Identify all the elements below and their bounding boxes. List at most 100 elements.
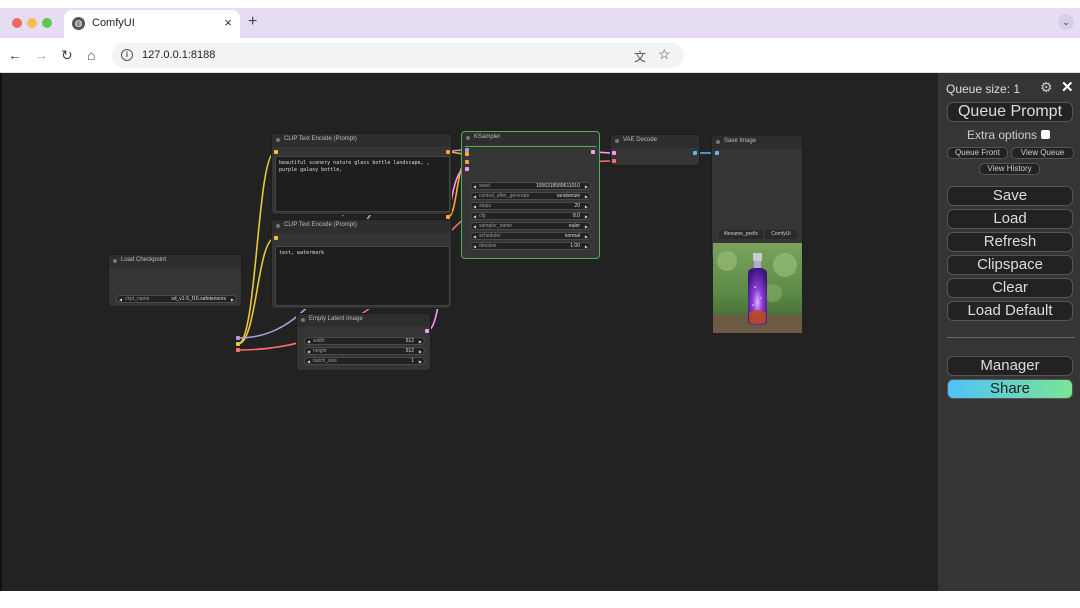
- translate-icon[interactable]: 文: [634, 48, 646, 65]
- cfg-widget[interactable]: ◀ cfg 8.0 ▶: [470, 212, 591, 220]
- widget-value[interactable]: 20: [574, 203, 580, 210]
- model-output-slot[interactable]: [236, 336, 240, 340]
- view-queue-button[interactable]: View Queue: [1011, 147, 1074, 159]
- node-title-bar[interactable]: Save Image: [712, 136, 802, 149]
- vae-decode-node[interactable]: VAE Decode: [610, 134, 700, 166]
- decrement-arrow-icon[interactable]: ◀: [119, 296, 122, 303]
- window-minimize-button[interactable]: [27, 18, 37, 28]
- window-close-button[interactable]: [12, 18, 22, 28]
- window-maximize-button[interactable]: [42, 18, 52, 28]
- increment-arrow-icon[interactable]: ▶: [585, 243, 588, 250]
- new-tab-button[interactable]: +: [248, 13, 257, 31]
- latent-output-slot[interactable]: [425, 329, 429, 333]
- vae-input-slot[interactable]: [612, 159, 616, 163]
- increment-arrow-icon[interactable]: ▶: [585, 213, 588, 220]
- ksampler-node[interactable]: KSampler ◀ seed 1056318589611010 ▶ ◀ con…: [461, 131, 600, 259]
- increment-arrow-icon[interactable]: ▶: [585, 223, 588, 230]
- share-button[interactable]: Share: [947, 379, 1073, 399]
- node-title-bar[interactable]: Empty Latent Image: [297, 314, 430, 327]
- decrement-arrow-icon[interactable]: ◀: [473, 223, 476, 230]
- clip-input-slot[interactable]: [274, 236, 278, 240]
- reload-icon[interactable]: ↻: [61, 47, 73, 64]
- load-default-button[interactable]: Load Default: [947, 301, 1073, 321]
- url-text[interactable]: 127.0.0.1:8188: [142, 49, 215, 61]
- increment-arrow-icon[interactable]: ▶: [419, 338, 422, 345]
- forward-icon[interactable]: →: [34, 47, 48, 63]
- decrement-arrow-icon[interactable]: ◀: [473, 183, 476, 190]
- increment-arrow-icon[interactable]: ▶: [585, 203, 588, 210]
- address-bar[interactable]: i 127.0.0.1:8188 文 ☆: [112, 43, 684, 68]
- height-widget[interactable]: ◀ height 512 ▶: [304, 347, 425, 355]
- node-title-bar[interactable]: VAE Decode: [611, 135, 699, 148]
- samples-input-slot[interactable]: [612, 151, 616, 155]
- load-checkpoint-node[interactable]: Load Checkpoint ◀ ckpt_name sd_v1-5_f16.…: [108, 254, 242, 307]
- width-widget[interactable]: ◀ width 512 ▶: [304, 337, 425, 345]
- bookmark-star-icon[interactable]: ☆: [658, 46, 671, 63]
- decrement-arrow-icon[interactable]: ◀: [473, 193, 476, 200]
- widget-value[interactable]: sd_v1-5_f16.safetensors: [171, 296, 226, 303]
- clear-button[interactable]: Clear: [947, 278, 1073, 298]
- decrement-arrow-icon[interactable]: ◀: [307, 358, 310, 365]
- increment-arrow-icon[interactable]: ▶: [419, 348, 422, 355]
- collapse-dot-icon[interactable]: [466, 136, 470, 140]
- node-title-bar[interactable]: KSampler: [462, 132, 599, 145]
- filename-prefix-widget[interactable]: filename_prefix ComfyUI: [719, 230, 797, 239]
- conditioning-output-slot[interactable]: [446, 150, 450, 154]
- widget-value[interactable]: 512: [406, 338, 414, 345]
- batch-size-widget[interactable]: ◀ batch_size 1 ▶: [304, 357, 425, 365]
- collapse-dot-icon[interactable]: [615, 139, 619, 143]
- conditioning-output-slot[interactable]: [446, 215, 450, 219]
- generated-bottle-image[interactable]: [713, 243, 802, 333]
- increment-arrow-icon[interactable]: ▶: [419, 358, 422, 365]
- widget-value[interactable]: 1: [411, 358, 414, 365]
- site-info-icon[interactable]: i: [121, 49, 133, 61]
- increment-arrow-icon[interactable]: ▶: [231, 296, 234, 303]
- widget-value[interactable]: randomize: [557, 193, 580, 200]
- empty-latent-image-node[interactable]: Empty Latent Image ◀ width 512 ▶ ◀ heigh…: [296, 313, 431, 371]
- control-after-generate-widget[interactable]: ◀ control_after_generate randomize ▶: [470, 192, 591, 200]
- increment-arrow-icon[interactable]: ▶: [585, 233, 588, 240]
- ckpt-name-widget[interactable]: ◀ ckpt_name sd_v1-5_f16.safetensors ▶: [116, 295, 237, 303]
- scheduler-widget[interactable]: ◀ scheduler normal ▶: [470, 232, 591, 240]
- negative-input-slot[interactable]: [465, 160, 469, 164]
- graph-canvas[interactable]: CLIP Text Encode (Prompt) beautiful scen…: [0, 73, 938, 591]
- decrement-arrow-icon[interactable]: ◀: [473, 213, 476, 220]
- load-button[interactable]: Load: [947, 209, 1073, 229]
- extra-options-checkbox[interactable]: [1041, 130, 1050, 139]
- close-icon[interactable]: ✕: [1061, 78, 1074, 96]
- node-title-bar[interactable]: CLIP Text Encode (Prompt): [272, 134, 451, 147]
- clip-text-encode-negative-node[interactable]: CLIP Text Encode (Prompt) text, watermar…: [271, 219, 452, 309]
- node-title-bar[interactable]: CLIP Text Encode (Prompt): [272, 220, 451, 233]
- latent-input-slot[interactable]: [465, 167, 469, 171]
- back-icon[interactable]: ←: [8, 47, 22, 63]
- steps-widget[interactable]: ◀ steps 20 ▶: [470, 202, 591, 210]
- image-output-slot[interactable]: [693, 151, 697, 155]
- clip-input-slot[interactable]: [274, 150, 278, 154]
- seed-widget[interactable]: ◀ seed 1056318589611010 ▶: [470, 182, 591, 190]
- collapse-dot-icon[interactable]: [716, 140, 720, 144]
- decrement-arrow-icon[interactable]: ◀: [307, 338, 310, 345]
- increment-arrow-icon[interactable]: ▶: [585, 183, 588, 190]
- tab-search-chevron-icon[interactable]: ⌄: [1058, 14, 1074, 30]
- images-input-slot[interactable]: [715, 151, 719, 155]
- widget-value[interactable]: 1.00: [570, 243, 580, 250]
- prompt-textarea[interactable]: beautiful scenery nature glass bottle la…: [275, 156, 450, 212]
- clip-output-slot[interactable]: [236, 342, 240, 346]
- denoise-widget[interactable]: ◀ denoise 1.00 ▶: [470, 242, 591, 250]
- view-history-button[interactable]: View History: [979, 163, 1040, 175]
- queue-prompt-button[interactable]: Queue Prompt: [947, 102, 1073, 122]
- tab-close-icon[interactable]: ×: [224, 15, 232, 30]
- latent-output-slot[interactable]: [591, 150, 595, 154]
- settings-gear-icon[interactable]: ⚙: [1040, 79, 1053, 96]
- clip-text-encode-positive-node[interactable]: CLIP Text Encode (Prompt) beautiful scen…: [271, 133, 452, 215]
- node-title-bar[interactable]: Load Checkpoint: [109, 255, 241, 268]
- decrement-arrow-icon[interactable]: ◀: [473, 233, 476, 240]
- positive-input-slot[interactable]: [465, 152, 469, 156]
- widget-value[interactable]: 8.0: [573, 213, 580, 220]
- decrement-arrow-icon[interactable]: ◀: [307, 348, 310, 355]
- queue-front-button[interactable]: Queue Front: [947, 147, 1008, 159]
- collapse-dot-icon[interactable]: [301, 318, 305, 322]
- widget-value[interactable]: ComfyUI: [765, 230, 797, 239]
- prompt-textarea[interactable]: text, watermark: [275, 246, 450, 306]
- decrement-arrow-icon[interactable]: ◀: [473, 203, 476, 210]
